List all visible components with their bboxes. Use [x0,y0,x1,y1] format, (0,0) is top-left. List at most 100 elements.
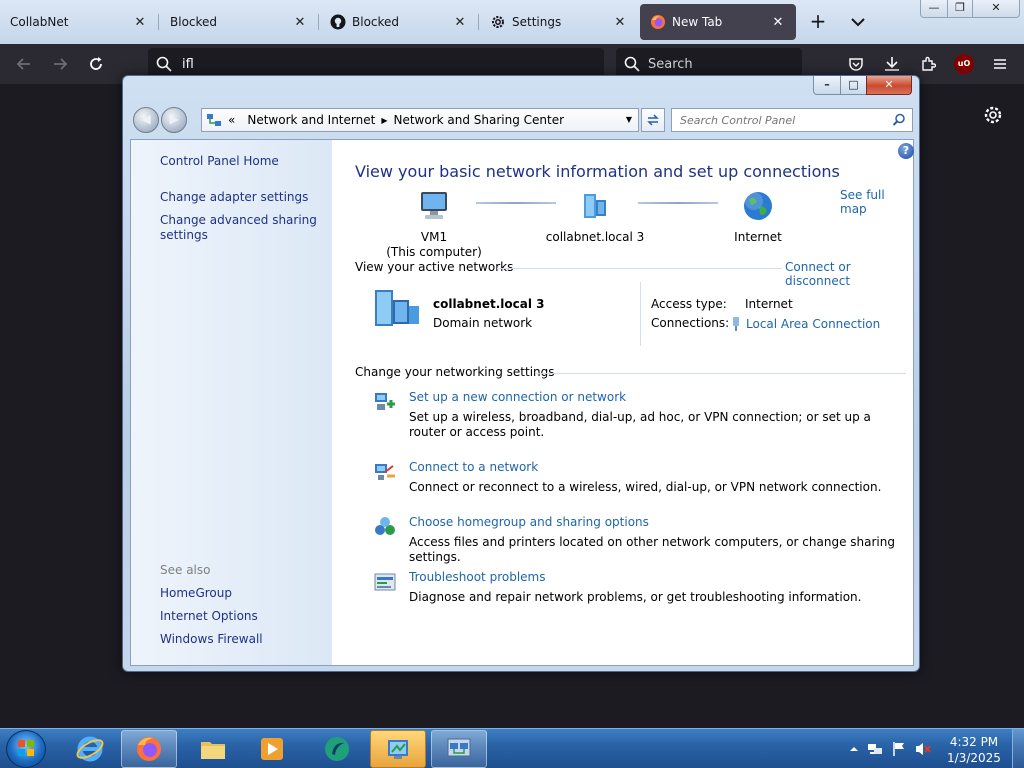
chevron-up-icon [850,747,858,751]
window-forward-button[interactable]: ▶ [161,107,187,133]
connection-name: Local Area Connection [746,317,881,331]
back-button[interactable] [12,52,36,76]
window-maximize-button[interactable]: □ [840,76,867,95]
breadcrumb-network-and-internet[interactable]: Network and Internet [247,113,375,127]
volume-muted-icon[interactable] [915,741,931,757]
window-minimize-button[interactable]: – [813,76,841,95]
pocket-button[interactable] [844,52,868,76]
local-area-connection-link[interactable]: Local Area Connection [730,316,880,332]
taskbar-internet-explorer[interactable] [62,730,118,768]
active-network-name: collabnet.local 3 [433,297,545,311]
address-row: ◀ ▶ « Network and Internet ▶ Network and… [131,106,913,134]
map-node-name: VM1 [420,230,448,244]
control-panel-search[interactable] [671,108,913,132]
see-also-heading: See also [160,563,211,577]
sidebar-item-change-advanced-sharing[interactable]: Change advanced sharing settings [160,213,320,243]
task-description: Access files and printers located on oth… [409,535,895,564]
domain-network-icon [584,194,606,218]
tab-close-icon[interactable]: ✕ [770,15,786,30]
breadcrumb-overflow[interactable]: « [228,113,235,127]
tab-collabnet[interactable]: CollabNet ✕ [0,4,158,40]
sidebar-item-change-adapter-settings[interactable]: Change adapter settings [160,190,308,205]
ublock-origin-icon[interactable]: uO [954,54,974,74]
window-refresh-button[interactable] [641,108,665,132]
browser-maximize-button[interactable]: ❐ [947,0,973,18]
tab-separator [158,14,159,30]
task-description: Set up a wireless, broadband, dial-up, a… [409,410,871,439]
action-center-flag-icon[interactable] [891,741,907,757]
setup-connection-link[interactable]: Set up a new connection or network [409,390,626,404]
forward-button[interactable] [48,52,72,76]
taskbar-media-player[interactable] [244,730,300,768]
firefox-icon [650,14,666,30]
new-tab-button[interactable]: + [806,10,830,34]
tab-close-icon[interactable]: ✕ [612,15,628,30]
taskbar-file-explorer[interactable] [185,730,241,768]
reload-button[interactable] [84,52,108,76]
tray-network-icon[interactable] [867,741,883,757]
tab-close-icon[interactable]: ✕ [292,15,308,30]
hamburger-menu-icon [994,59,1006,69]
breadcrumb-separator-icon[interactable]: ▶ [381,116,387,125]
start-button[interactable] [6,730,46,768]
internet-explorer-icon [76,736,104,762]
tab-new-tab[interactable]: New Tab ✕ [640,4,796,40]
puzzle-icon [922,56,936,71]
arrow-left-icon: ◀ [141,112,151,126]
search-control-panel-input[interactable] [680,113,880,127]
taskbar-app[interactable] [309,730,365,768]
taskbar-firefox[interactable] [121,730,177,768]
tab-close-icon[interactable]: ✕ [132,15,148,30]
taskbar-control-panel[interactable] [370,730,426,768]
taskbar-network-window[interactable] [431,730,487,768]
window-close-button[interactable]: ✕ [866,76,912,95]
customize-new-tab-button[interactable] [982,104,1004,126]
active-network-type[interactable]: Domain network [433,316,532,330]
ethernet-icon [733,317,739,331]
access-type-label: Access type: [651,297,727,311]
see-also-homegroup[interactable]: HomeGroup [160,586,232,601]
address-bar[interactable]: « Network and Internet ▶ Network and Sha… [201,108,639,132]
tab-blocked-1[interactable]: Blocked ✕ [160,4,318,40]
system-clock[interactable]: 4:32 PM 1/3/2025 [944,734,1004,766]
url-text: ifl [182,56,194,72]
show-hidden-icons[interactable] [846,741,862,757]
new-connection-icon [375,393,395,410]
map-node-internet[interactable]: Internet [710,190,806,245]
connections-label: Connections: [651,316,730,330]
sidebar-item-control-panel-home[interactable]: Control Panel Home [160,154,279,169]
list-all-tabs-button[interactable] [846,10,870,34]
computer-icon [421,192,447,219]
taskbar: 4:32 PM 1/3/2025 [0,728,1024,768]
browser-minimize-button[interactable]: — [920,0,948,18]
window-back-button[interactable]: ◀ [133,107,159,133]
refresh-icon [647,114,659,126]
see-also-internet-options[interactable]: Internet Options [160,609,258,624]
troubleshoot-link[interactable]: Troubleshoot problems [409,570,545,584]
homegroup-sharing-link[interactable]: Choose homegroup and sharing options [409,515,649,529]
tab-close-icon[interactable]: ✕ [452,15,468,30]
browser-close-button[interactable]: ✕ [972,0,1020,18]
map-node-domain-network[interactable]: collabnet.local 3 [540,190,650,245]
see-also-windows-firewall[interactable]: Windows Firewall [160,632,263,647]
extensions-button[interactable] [916,52,940,76]
github-icon [330,14,346,30]
search-icon[interactable] [892,113,906,130]
address-dropdown-icon[interactable]: ▼ [626,115,632,124]
tab-blocked-2[interactable]: Blocked ✕ [320,4,478,40]
app-menu-button[interactable] [988,52,1012,76]
map-node-computer[interactable]: VM1 (This computer) [382,190,486,260]
section-divider [497,268,782,269]
show-desktop-button[interactable] [1012,729,1024,768]
map-connection-line [638,202,718,204]
tab-settings[interactable]: Settings ✕ [480,4,638,40]
connect-network-icon [375,464,395,480]
map-node-name: collabnet.local 3 [545,230,645,244]
downloads-button[interactable] [880,52,904,76]
help-icon[interactable]: ? [898,143,914,159]
breadcrumb-network-sharing-center[interactable]: Network and Sharing Center [393,113,564,127]
connect-network-link[interactable]: Connect to a network [409,460,538,474]
connect-or-disconnect-link[interactable]: Connect or disconnect [785,260,913,288]
task-homegroup-sharing: Choose homegroup and sharing options Acc… [373,515,903,564]
see-full-map-link[interactable]: See full map [840,188,913,216]
